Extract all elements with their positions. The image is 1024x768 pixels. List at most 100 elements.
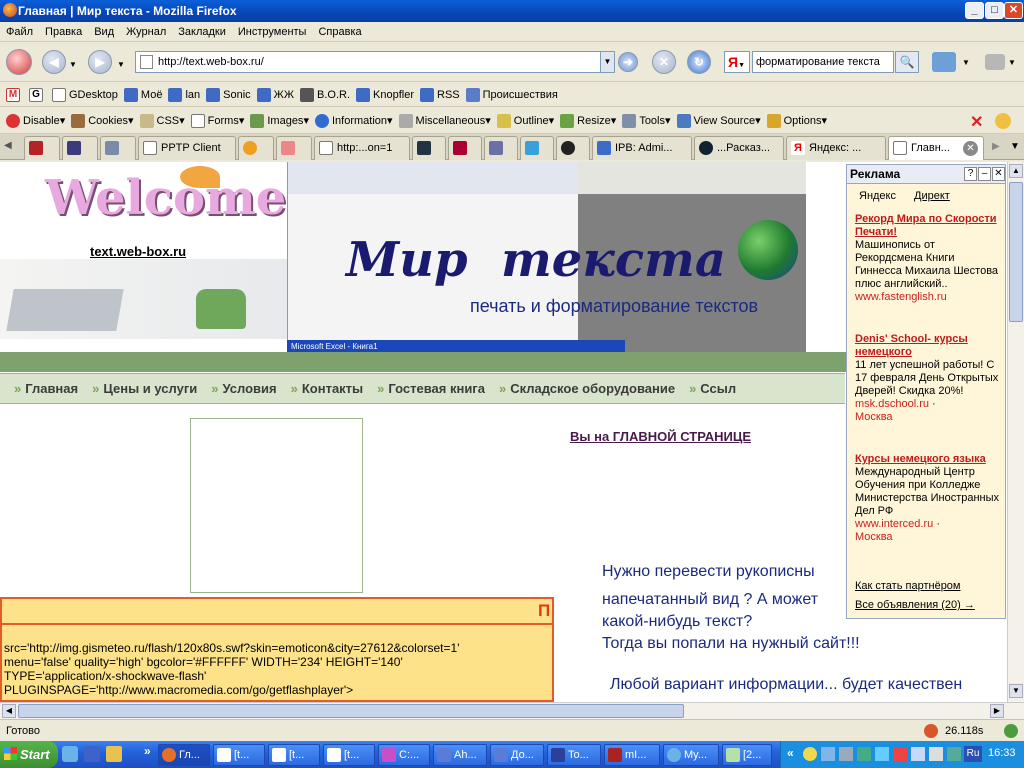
- nav-item-home[interactable]: » Главная: [14, 381, 78, 396]
- tray-icon[interactable]: [947, 747, 961, 761]
- bookmark-gdesktop[interactable]: GDesktop: [52, 87, 118, 102]
- tray-icon[interactable]: [803, 747, 817, 761]
- ads-tab-yandex[interactable]: Яндекс: [859, 190, 896, 202]
- language-indicator[interactable]: Ru: [964, 746, 982, 762]
- hscroll-thumb[interactable]: [18, 704, 684, 718]
- scroll-left-icon[interactable]: ◀: [2, 704, 16, 718]
- gmail-bookmark[interactable]: M: [6, 87, 23, 102]
- dev-cookies[interactable]: Cookies ▾: [71, 113, 134, 128]
- ad-url[interactable]: msk.dschool.ru: [855, 398, 929, 410]
- nav-item-warehouse[interactable]: » Складское оборудование: [499, 381, 675, 396]
- tab-5[interactable]: [238, 136, 274, 160]
- minimize-button[interactable]: _: [965, 2, 984, 19]
- address-bar[interactable]: http://text.web-box.ru/: [135, 51, 615, 73]
- bookmark-moe[interactable]: Моё: [123, 87, 162, 102]
- nav-item-contacts[interactable]: » Контакты: [291, 381, 364, 396]
- taskbar-item-11[interactable]: [2...: [722, 744, 772, 766]
- dev-outline[interactable]: Outline ▾: [496, 113, 554, 128]
- tab-2[interactable]: [62, 136, 98, 160]
- back-button[interactable]: ◀: [42, 50, 66, 74]
- scroll-right-icon[interactable]: ▶: [990, 704, 1004, 718]
- dev-information[interactable]: Information ▾: [314, 113, 393, 128]
- tray-icon[interactable]: [929, 747, 943, 761]
- close-ads-icon[interactable]: ✕: [992, 167, 1005, 181]
- bookmark-bor[interactable]: B.O.R.: [300, 87, 350, 102]
- menu-help[interactable]: Справка: [312, 22, 367, 42]
- ad-url[interactable]: www.fastenglish.ru: [855, 291, 1003, 304]
- tab-yandex[interactable]: Я Яндекс: ...: [786, 136, 886, 160]
- menu-history[interactable]: Журнал: [120, 22, 172, 42]
- capture-dropdown-icon[interactable]: ▼: [962, 58, 970, 67]
- tab-3[interactable]: [100, 136, 136, 160]
- nav-item-conditions[interactable]: » Условия: [211, 381, 276, 396]
- tray-icon[interactable]: [821, 747, 835, 761]
- bookmark-sonic[interactable]: Sonic: [206, 87, 251, 102]
- taskbar-item-5[interactable]: C:...: [378, 744, 430, 766]
- bookmark-lan[interactable]: lan: [168, 87, 200, 102]
- google-bookmark[interactable]: G: [29, 87, 46, 102]
- tray-icon[interactable]: [839, 747, 853, 761]
- close-tab-icon[interactable]: ✕: [963, 141, 978, 156]
- start-button[interactable]: Start: [0, 741, 58, 768]
- scroll-down-icon[interactable]: ▼: [1009, 684, 1023, 698]
- close-toolbar-icon[interactable]: ✕: [970, 112, 983, 132]
- tab-http[interactable]: http:...on=1: [314, 136, 410, 160]
- search-input[interactable]: форматирование текста: [752, 51, 894, 73]
- scroll-up-icon[interactable]: ▲: [1009, 164, 1023, 178]
- taskbar-item-4[interactable]: [t...: [323, 744, 375, 766]
- vertical-scrollbar[interactable]: ▲ ▼: [1007, 162, 1024, 702]
- forward-dropdown-icon[interactable]: ▼: [117, 60, 125, 69]
- tray-icon[interactable]: [857, 747, 871, 761]
- tray-expand-icon[interactable]: «: [787, 746, 794, 760]
- maximize-button[interactable]: □: [985, 2, 1004, 19]
- bookmark-incidents[interactable]: Происшествия: [465, 87, 558, 102]
- stop-button[interactable]: ✕: [652, 50, 676, 74]
- you-are-on-link[interactable]: Вы на ГЛАВНОЙ СТРАНИЦЕ: [570, 429, 751, 444]
- dev-css[interactable]: CSS ▾: [139, 113, 185, 128]
- stop-red-icon[interactable]: [6, 49, 32, 75]
- bookmark-zhzh[interactable]: ЖЖ: [256, 87, 294, 102]
- taskbar-item-8[interactable]: To...: [547, 744, 601, 766]
- reload-button[interactable]: ↻: [687, 50, 711, 74]
- dev-misc[interactable]: Miscellaneous ▾: [398, 113, 491, 128]
- url-dropdown-icon[interactable]: ▼: [600, 51, 615, 73]
- dev-options[interactable]: Options ▾: [766, 113, 827, 128]
- tab-6[interactable]: [276, 136, 312, 160]
- dev-forms[interactable]: Forms ▾: [190, 113, 244, 128]
- site-link[interactable]: text.web-box.ru: [90, 244, 186, 259]
- quicklaunch-more-icon[interactable]: »: [144, 744, 151, 758]
- tab-story[interactable]: ...Расказ...: [694, 136, 784, 160]
- tab-12[interactable]: [556, 136, 590, 160]
- scroll-thumb[interactable]: [1009, 182, 1023, 322]
- screen-capture-icon[interactable]: [932, 52, 956, 72]
- tab-scroll-right-icon[interactable]: ▶: [992, 141, 1000, 152]
- nav-item-prices[interactable]: » Цены и услуги: [92, 381, 197, 396]
- dev-images[interactable]: Images ▾: [250, 113, 309, 128]
- ad-title[interactable]: Курсы немецкого языка: [855, 453, 1003, 466]
- become-partner-link[interactable]: Как стать партнёром: [855, 580, 961, 592]
- minimize-ads-icon[interactable]: –: [978, 167, 991, 181]
- dev-tools[interactable]: Tools ▾: [622, 113, 671, 128]
- dev-disable[interactable]: Disable ▾: [6, 113, 65, 128]
- bookmark-rss[interactable]: RSS: [420, 87, 460, 102]
- tab-9[interactable]: [448, 136, 482, 160]
- taskbar-item-10[interactable]: My...: [663, 744, 719, 766]
- taskbar-item-9[interactable]: mI...: [604, 744, 660, 766]
- search-icon[interactable]: 🔍: [895, 51, 919, 73]
- nav-item-guestbook[interactable]: » Гостевая книга: [377, 381, 485, 396]
- bookmark-knopfler[interactable]: Knopfler: [356, 87, 414, 102]
- menu-tools[interactable]: Инструменты: [232, 22, 313, 42]
- ads-tab-direct[interactable]: Директ: [914, 190, 950, 202]
- window-titlebar[interactable]: Главная | Мир текста - Mozilla Firefox _…: [0, 0, 1024, 22]
- quicklaunch-ie-icon[interactable]: [62, 746, 78, 762]
- tab-scroll-left-icon[interactable]: ◀: [4, 140, 12, 151]
- close-button[interactable]: ✕: [1004, 2, 1023, 19]
- camera-dropdown-icon[interactable]: ▼: [1008, 58, 1016, 67]
- tray-icon[interactable]: [893, 747, 907, 761]
- tab-11[interactable]: [520, 136, 554, 160]
- taskbar-item-2[interactable]: [t...: [213, 744, 265, 766]
- forward-button[interactable]: ▶: [88, 50, 112, 74]
- dev-view-source[interactable]: View Source ▾: [676, 113, 761, 128]
- ad-title[interactable]: Рекорд Мира по Скорости Печати!: [855, 213, 1003, 239]
- ad-url[interactable]: www.interced.ru: [855, 518, 933, 530]
